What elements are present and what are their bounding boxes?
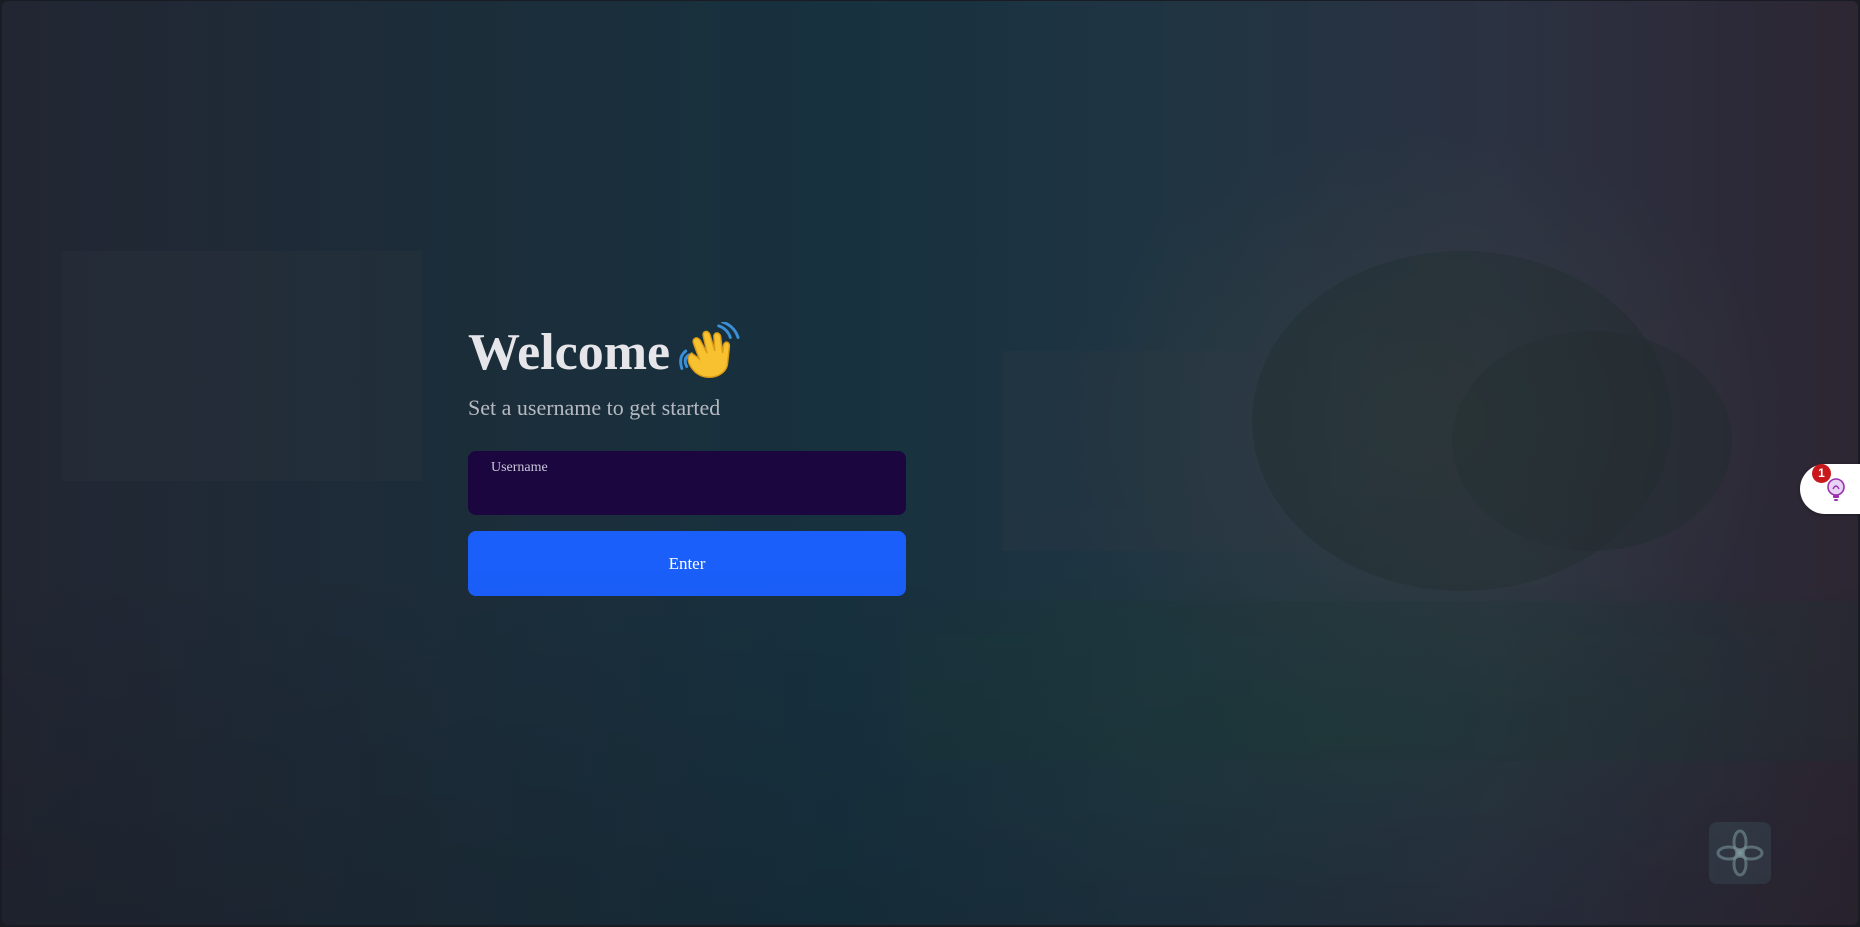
notification-badge: 1 xyxy=(1812,464,1831,483)
welcome-heading: Welcome xyxy=(468,319,908,387)
lightbulb-icon xyxy=(1827,478,1845,501)
app-window: Welcome Set a username to get started Us… xyxy=(2,1,1858,925)
waving-hand-icon xyxy=(679,322,740,378)
subtitle: Set a username to get started xyxy=(468,395,721,420)
welcome-title: Welcome xyxy=(468,324,671,381)
flower-logo-icon xyxy=(1716,829,1764,877)
background-scene xyxy=(2,1,1858,925)
username-label: Username xyxy=(491,460,548,475)
login-panel: Welcome Set a username to get started Us… xyxy=(468,319,908,596)
enter-button[interactable]: Enter xyxy=(468,531,906,596)
corner-logo xyxy=(1709,822,1771,884)
username-input[interactable] xyxy=(490,479,890,505)
username-field[interactable]: Username xyxy=(468,451,906,515)
